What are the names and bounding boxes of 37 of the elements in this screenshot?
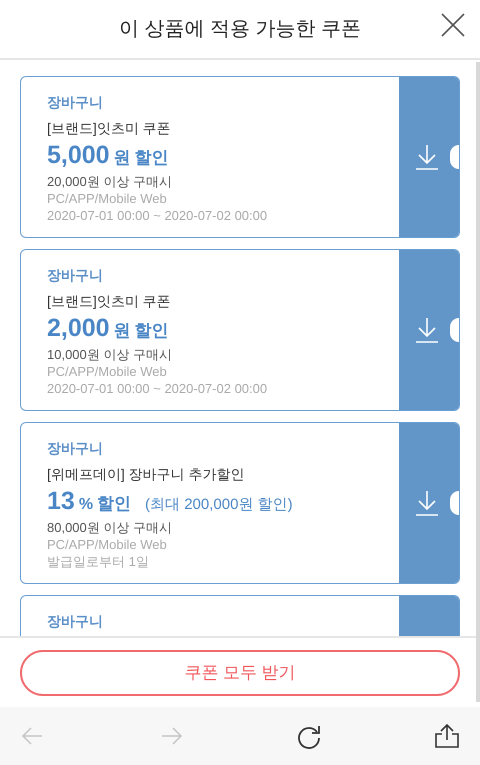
coupon-category: 장바구니 — [47, 612, 103, 630]
download-icon — [415, 490, 439, 516]
discount-label: 할인 — [134, 147, 169, 169]
discount-unit: 원 — [114, 147, 131, 169]
platforms: PC/APP/Mobile Web — [47, 363, 167, 380]
download-button[interactable] — [399, 250, 459, 410]
coupon-name: [위메프데이] 장바구니 추가할인 — [47, 465, 245, 483]
discount-amount: 5,000 — [47, 140, 110, 171]
platforms: PC/APP/Mobile Web — [47, 190, 167, 207]
purchase-condition: 10,000원 이상 구매시 — [47, 346, 172, 363]
platforms: PC/APP/Mobile Web — [47, 536, 167, 553]
download-button[interactable] — [399, 423, 459, 583]
close-icon[interactable] — [440, 12, 466, 38]
validity-period: 2020-07-01 00:00 ~ 2020-07-02 00:00 — [47, 207, 268, 224]
download-icon — [415, 144, 439, 170]
discount-unit: 원 — [114, 320, 131, 342]
discount-amount: 2,000 — [47, 313, 110, 344]
discount-label: 할인 — [97, 493, 132, 515]
validity-period: 2020-07-01 00:00 ~ 2020-07-02 00:00 — [47, 380, 268, 397]
coupon-category: 장바구니 — [47, 266, 103, 284]
coupon-name: [브랜드]잇츠미 쿠폰 — [47, 292, 171, 310]
dialog-title: 이 상품에 적용 가능한 쿠폰 — [118, 17, 362, 42]
purchase-condition: 20,000원 이상 구매시 — [47, 173, 172, 190]
discount-unit: % — [78, 495, 94, 515]
share-icon[interactable] — [434, 723, 460, 749]
download-all-button[interactable]: 쿠폰 모두 받기 — [20, 650, 460, 696]
purchase-condition: 80,000원 이상 구매시 — [47, 519, 172, 536]
coupon-name: [브랜드]잇츠미 쿠폰 — [47, 119, 171, 137]
discount-amount: 13 — [47, 486, 75, 517]
coupon-category: 장바구니 — [47, 93, 103, 111]
coupon-category: 장바구니 — [47, 439, 103, 457]
download-button[interactable] — [399, 77, 459, 237]
validity-period: 발급일로부터 1일 — [47, 553, 149, 570]
max-discount-note: (최대 200,000원 할인) — [145, 495, 293, 515]
reload-icon[interactable] — [296, 723, 322, 749]
discount-label: 할인 — [134, 320, 169, 342]
download-icon — [415, 317, 439, 343]
